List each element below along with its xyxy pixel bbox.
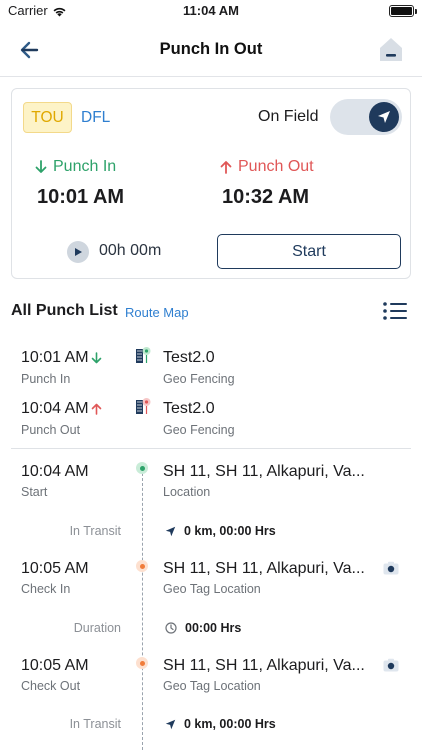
timeline-entry[interactable]: 10:05 AM Check Out SH 11, SH 11, Alkapur… [0,655,422,701]
duration-row: Duration 00:00 Hrs [0,620,422,638]
timeline-line [142,468,143,750]
duration-value: 00:00 Hrs [185,621,242,635]
battery-icon [389,5,417,17]
section-title: All Punch List [11,302,118,319]
timer-value: 00h 00m [99,242,162,259]
duration-meta: 00:00 Hrs [165,621,241,635]
entry-location: SH 11, SH 11, Alkapuri, Va... [163,463,365,480]
home-button[interactable] [376,34,406,64]
nav-divider [0,76,422,77]
status-bar: Carrier 11:04 AM [0,0,422,24]
navigation-arrow-icon [165,526,176,536]
on-field-label: On Field [258,108,319,125]
nav-bar: Punch In Out [0,26,422,74]
arrow-up-icon [91,403,101,415]
row-name: Test2.0 [163,400,215,417]
punch-summary-card: TOU DFL On Field Punch In Punch Out 10:0… [11,88,411,279]
status-time: 11:04 AM [183,3,239,18]
clock-icon [165,622,177,634]
toggle-knob [369,102,399,132]
punch-row[interactable]: 10:01 AM Punch In Test2.0 Geo Fencing [0,346,422,392]
list-divider [11,448,411,449]
transit-row: In Transit 0 km, 00:00 Hrs [0,523,422,541]
timeline-entry[interactable]: 10:05 AM Check In SH 11, SH 11, Alkapuri… [0,558,422,604]
arrow-down-icon [91,352,101,364]
entry-time: 10:05 AM [21,560,89,577]
page-title: Punch In Out [159,40,263,58]
row-type: Punch In [21,372,71,386]
play-button[interactable] [67,241,89,263]
transit-row: In Transit 0 km, 00:00 Hrs [0,716,422,734]
list-icon [383,302,407,320]
row-desc: Geo Fencing [163,372,235,386]
arrow-down-icon [35,160,47,173]
transit-meta: 0 km, 00:00 Hrs [165,524,276,538]
on-field-toggle[interactable] [330,99,402,135]
transit-meta: 0 km, 00:00 Hrs [165,717,276,731]
transit-value: 0 km, 00:00 Hrs [184,717,276,731]
entry-desc: Location [163,485,211,499]
punch-out-label: Punch Out [220,158,314,176]
status-dot [136,657,148,669]
punch-in-time: 10:01 AM [37,186,125,208]
row-time-wrap: 10:04 AM [21,400,102,418]
play-icon [75,248,82,256]
row-time: 10:04 AM [21,400,89,417]
row-time-wrap: 10:01 AM [21,349,102,367]
status-dot [136,560,148,572]
entry-desc: Geo Tag Location [163,679,261,693]
entry-type: Check Out [21,679,81,693]
row-time: 10:01 AM [21,349,89,366]
duration-label: Duration [73,621,121,635]
punch-in-text: Punch In [53,158,117,175]
transit-value: 0 km, 00:00 Hrs [184,524,276,538]
geo-fence-icon [136,347,151,363]
punch-out-time: 10:32 AM [222,186,310,208]
route-map-link[interactable]: Route Map [125,305,189,320]
tag-dfl[interactable]: DFL [81,102,110,133]
transit-label: In Transit [69,524,121,538]
tag-tou[interactable]: TOU [23,102,72,133]
arrow-up-icon [220,161,232,174]
row-type: Punch Out [21,423,81,437]
home-icon [380,38,402,61]
navigation-arrow-icon [378,111,390,123]
punch-in-label: Punch In [35,158,116,176]
entry-location: SH 11, SH 11, Alkapuri, Va... [163,560,365,577]
row-name: Test2.0 [163,349,215,366]
entry-type: Check In [21,582,71,596]
entry-type: Start [21,485,48,499]
punch-out-text: Punch Out [238,158,314,175]
start-button[interactable]: Start [217,234,401,269]
entry-time: 10:05 AM [21,657,89,674]
camera-icon[interactable] [383,561,399,575]
transit-label: In Transit [69,717,121,731]
camera-icon[interactable] [383,658,399,672]
row-desc: Geo Fencing [163,423,235,437]
status-dot [136,462,148,474]
navigation-arrow-icon [165,719,176,729]
entry-desc: Geo Tag Location [163,582,261,596]
entry-location: SH 11, SH 11, Alkapuri, Va... [163,657,365,674]
punch-row[interactable]: 10:04 AM Punch Out Test2.0 Geo Fencing [0,397,422,443]
timeline-entry[interactable]: 10:04 AM Start SH 11, SH 11, Alkapuri, V… [0,461,422,507]
list-view-button[interactable] [382,300,408,322]
entry-time: 10:04 AM [21,463,89,480]
geo-fence-icon [136,398,151,414]
